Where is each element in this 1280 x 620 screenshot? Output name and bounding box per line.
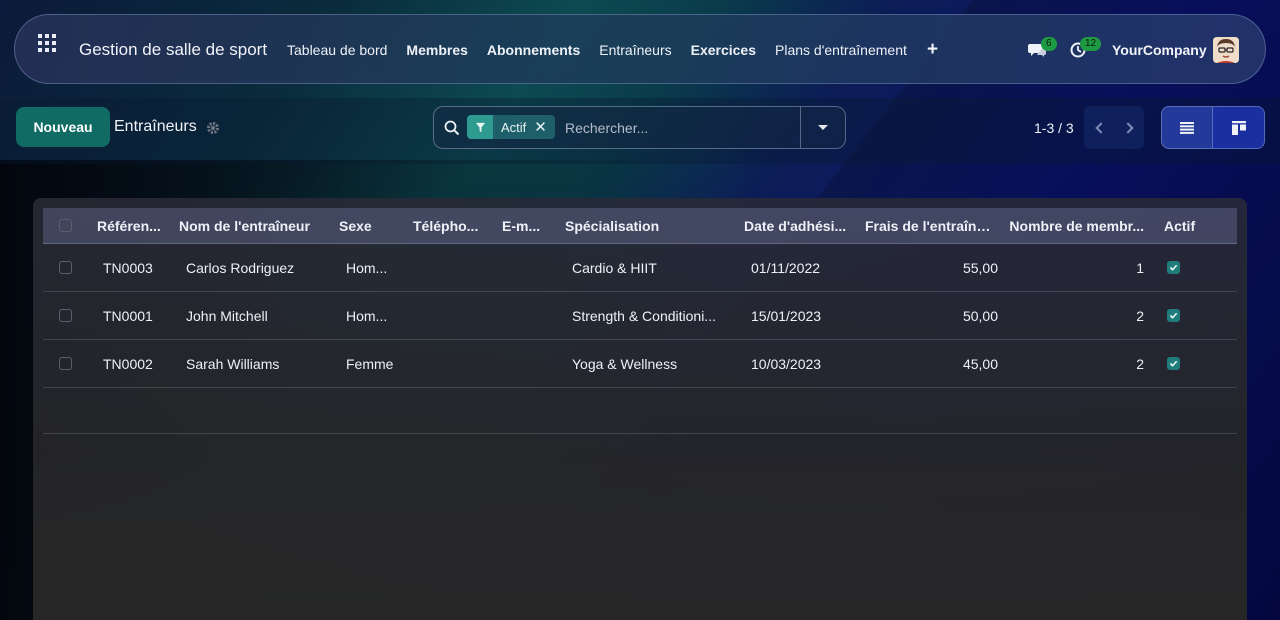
menu-item-trainers[interactable]: Entraîneurs bbox=[599, 42, 671, 58]
cell-active bbox=[1152, 309, 1212, 322]
control-panel: Nouveau Entraîneurs Actif ✕ 1-3 / 3 bbox=[0, 98, 1280, 164]
column-header-fee[interactable]: Frais de l'entraîneur bbox=[865, 218, 1004, 234]
main-navbar: Gestion de salle de sport Tableau de bor… bbox=[14, 14, 1266, 84]
cell-specialization: Yoga & Wellness bbox=[572, 355, 678, 372]
apps-grid-icon[interactable] bbox=[38, 34, 56, 52]
cell-fee: 50,00 bbox=[962, 307, 998, 324]
cell-specialization: Cardio & HIIT bbox=[572, 259, 657, 276]
search-icon bbox=[444, 120, 460, 136]
cell-join-date: 01/11/2022 bbox=[751, 259, 821, 276]
company-switcher[interactable]: YourCompany bbox=[1112, 42, 1207, 58]
gear-icon[interactable] bbox=[206, 121, 220, 135]
kanban-view-icon bbox=[1231, 120, 1246, 135]
pager-next-button[interactable] bbox=[1114, 106, 1144, 149]
remove-filter-icon[interactable]: ✕ bbox=[532, 115, 555, 139]
search-options-toggle[interactable] bbox=[800, 107, 845, 148]
list-view-icon bbox=[1180, 121, 1194, 134]
checkmark-icon bbox=[1169, 360, 1178, 367]
empty-row bbox=[43, 388, 1237, 434]
table-row[interactable]: TN0003 Carlos Rodriguez Hom... Cardio & … bbox=[43, 244, 1237, 292]
menu-item-members[interactable]: Membres bbox=[406, 42, 467, 58]
new-button[interactable]: Nouveau bbox=[16, 107, 110, 147]
column-header-email[interactable]: E-m... bbox=[490, 218, 553, 234]
row-select-cell bbox=[43, 309, 87, 322]
chevron-left-icon bbox=[1094, 121, 1107, 134]
user-avatar[interactable] bbox=[1213, 37, 1239, 63]
pager-previous-button[interactable] bbox=[1084, 106, 1114, 149]
menu-item-dashboard[interactable]: Tableau de bord bbox=[287, 42, 387, 58]
caret-down-icon bbox=[818, 125, 828, 130]
list-sheet: Référen... Nom de l'entraîneur Sexe Télé… bbox=[33, 198, 1247, 620]
cell-member-count: 2 bbox=[1136, 355, 1144, 372]
checkmark-icon bbox=[1169, 312, 1178, 319]
search-input[interactable] bbox=[565, 118, 795, 138]
cell-fee: 55,00 bbox=[962, 259, 998, 276]
trainers-table: Référen... Nom de l'entraîneur Sexe Télé… bbox=[43, 208, 1237, 434]
checkmark-icon bbox=[1169, 264, 1178, 271]
cell-active bbox=[1152, 261, 1212, 274]
cell-fee: 45,00 bbox=[962, 355, 998, 372]
top-menu: Tableau de bord Membres Abonnements Entr… bbox=[287, 42, 907, 58]
avatar-face-icon bbox=[1213, 37, 1239, 63]
table-header: Référen... Nom de l'entraîneur Sexe Télé… bbox=[43, 208, 1237, 244]
kanban-view-button[interactable] bbox=[1213, 106, 1265, 149]
cell-name: Sarah Williams bbox=[186, 355, 280, 372]
pager-value[interactable]: 1-3 / 3 bbox=[1034, 120, 1074, 136]
messages-badge: 6 bbox=[1041, 37, 1057, 51]
cell-member-count: 1 bbox=[1136, 259, 1144, 276]
active-checkbox[interactable] bbox=[1167, 309, 1180, 322]
cell-reference: TN0002 bbox=[103, 355, 153, 372]
cell-specialization: Strength & Conditioni... bbox=[572, 307, 716, 324]
table-row[interactable]: TN0001 John Mitchell Hom... Strength & C… bbox=[43, 292, 1237, 340]
row-checkbox[interactable] bbox=[59, 261, 72, 274]
column-header-member-count[interactable]: Nombre de membr... bbox=[1004, 218, 1152, 234]
cell-member-count: 2 bbox=[1136, 307, 1144, 324]
cell-active bbox=[1152, 357, 1212, 370]
menu-item-subscriptions[interactable]: Abonnements bbox=[487, 42, 580, 58]
column-header-phone[interactable]: Télépho... bbox=[401, 218, 490, 234]
cell-join-date: 10/03/2023 bbox=[751, 355, 822, 372]
activities-badge: 12 bbox=[1080, 37, 1102, 51]
app-title[interactable]: Gestion de salle de sport bbox=[79, 40, 267, 60]
column-header-specialization[interactable]: Spécialisation bbox=[553, 218, 732, 234]
breadcrumb: Entraîneurs bbox=[114, 118, 197, 135]
column-header-active[interactable]: Actif bbox=[1152, 218, 1212, 234]
filter-facet-label: Actif bbox=[493, 115, 533, 139]
row-checkbox[interactable] bbox=[59, 309, 72, 322]
table-row[interactable]: TN0002 Sarah Williams Femme Yoga & Welln… bbox=[43, 340, 1237, 388]
list-view-button[interactable] bbox=[1161, 106, 1213, 149]
cell-name: John Mitchell bbox=[186, 307, 268, 324]
active-checkbox[interactable] bbox=[1167, 357, 1180, 370]
add-menu-icon[interactable]: + bbox=[927, 39, 938, 61]
filter-facet: Actif ✕ bbox=[467, 115, 555, 139]
column-header-join-date[interactable]: Date d'adhési... bbox=[732, 218, 865, 234]
cell-name: Carlos Rodriguez bbox=[186, 259, 295, 276]
active-checkbox[interactable] bbox=[1167, 261, 1180, 274]
chevron-right-icon bbox=[1121, 121, 1134, 134]
cell-sex: Hom... bbox=[346, 307, 388, 324]
menu-item-exercises[interactable]: Exercices bbox=[691, 42, 756, 58]
cell-sex: Femme bbox=[346, 355, 394, 372]
row-select-cell bbox=[43, 357, 87, 370]
cell-sex: Hom... bbox=[346, 259, 388, 276]
search-bar: Actif ✕ bbox=[433, 106, 846, 149]
cell-reference: TN0003 bbox=[103, 259, 153, 276]
column-header-reference[interactable]: Référen... bbox=[87, 218, 175, 234]
select-all-cell bbox=[43, 219, 87, 232]
cell-reference: TN0001 bbox=[103, 307, 153, 324]
select-all-checkbox[interactable] bbox=[59, 219, 72, 232]
cell-join-date: 15/01/2023 bbox=[751, 307, 822, 324]
column-header-name[interactable]: Nom de l'entraîneur bbox=[175, 218, 327, 234]
row-checkbox[interactable] bbox=[59, 357, 72, 370]
filter-icon bbox=[467, 115, 493, 139]
column-header-sex[interactable]: Sexe bbox=[327, 218, 401, 234]
menu-item-training-plans[interactable]: Plans d'entraînement bbox=[775, 42, 907, 58]
row-select-cell bbox=[43, 261, 87, 274]
